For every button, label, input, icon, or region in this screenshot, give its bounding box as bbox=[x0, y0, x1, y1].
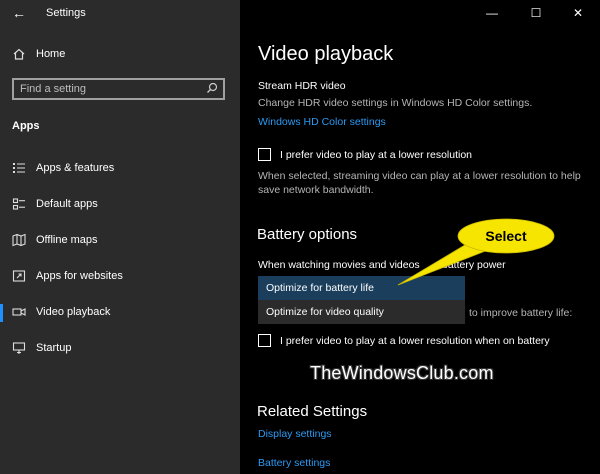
related-settings-heading: Related Settings bbox=[257, 403, 368, 420]
hdr-heading: Stream HDR video bbox=[258, 80, 346, 92]
back-arrow-icon[interactable]: ← bbox=[12, 5, 26, 21]
sidebar-item-label: Video playback bbox=[36, 306, 111, 318]
hdr-settings-link[interactable]: Windows HD Color settings bbox=[258, 116, 386, 128]
dropdown-option-video-quality[interactable]: Optimize for video quality bbox=[258, 300, 465, 324]
callout: Select bbox=[458, 219, 554, 253]
apps-list-icon bbox=[12, 161, 26, 175]
battery-lower-res-checkbox[interactable] bbox=[258, 334, 271, 347]
battery-lower-res-label: I prefer video to play at a lower resolu… bbox=[280, 335, 550, 347]
dropdown-option-battery-life[interactable]: Optimize for battery life bbox=[258, 276, 465, 300]
sidebar-item-label: Home bbox=[36, 48, 66, 60]
option-label: Optimize for video quality bbox=[266, 306, 384, 318]
sidebar: ← Settings Home Apps Apps & features Def… bbox=[0, 0, 240, 474]
home-icon bbox=[12, 47, 26, 61]
search-icon[interactable] bbox=[205, 81, 219, 95]
sidebar-item-label: Startup bbox=[36, 342, 72, 354]
close-icon[interactable]: ✕ bbox=[568, 6, 588, 20]
sidebar-item-startup[interactable]: Startup bbox=[0, 334, 240, 364]
lower-res-checkbox[interactable] bbox=[258, 148, 271, 161]
title-bar: ← Settings bbox=[0, 0, 240, 28]
battery-settings-link[interactable]: Battery settings bbox=[258, 457, 330, 469]
watermark: TheWindowsClub.com bbox=[310, 363, 494, 383]
sidebar-item-offline-maps[interactable]: Offline maps bbox=[0, 226, 240, 256]
sidebar-item-video-playback[interactable]: Video playback bbox=[0, 298, 240, 328]
video-icon bbox=[12, 305, 26, 319]
sidebar-item-label: Apps & features bbox=[36, 162, 115, 174]
sidebar-item-label: Default apps bbox=[36, 198, 98, 210]
default-apps-icon bbox=[12, 197, 26, 211]
lower-res-description: When selected, streaming video can play … bbox=[258, 170, 581, 182]
hdr-description: Change HDR video settings in Windows HD … bbox=[258, 97, 533, 109]
callout-text: Select bbox=[485, 228, 527, 244]
battery-dropdown-list[interactable]: Optimize for battery life Optimize for v… bbox=[258, 276, 465, 324]
page-title: Video playback bbox=[258, 43, 394, 65]
maximize-icon[interactable]: ☐ bbox=[526, 6, 546, 20]
sidebar-item-apps-features[interactable]: Apps & features bbox=[0, 154, 240, 184]
sidebar-section-title: Apps bbox=[12, 120, 40, 132]
sidebar-item-default-apps[interactable]: Default apps bbox=[0, 190, 240, 220]
app-title: Settings bbox=[46, 7, 86, 19]
startup-icon bbox=[12, 341, 26, 355]
battery-heading: Battery options bbox=[257, 226, 358, 243]
sidebar-item-label: Apps for websites bbox=[36, 270, 123, 282]
lower-res-description-2: save network bandwidth. bbox=[258, 184, 374, 196]
battery-hidden-tail: to improve battery life: bbox=[469, 307, 573, 319]
sidebar-item-home[interactable]: Home bbox=[0, 40, 240, 70]
battery-prompt-tail: battery power bbox=[442, 259, 506, 271]
battery-prompt: When watching movies and videos bbox=[258, 259, 420, 271]
lower-res-label: I prefer video to play at a lower resolu… bbox=[280, 149, 473, 161]
window-controls: — ☐ ✕ bbox=[480, 0, 600, 28]
search-box[interactable] bbox=[12, 78, 225, 100]
search-input[interactable] bbox=[20, 82, 200, 96]
sidebar-item-label: Offline maps bbox=[36, 234, 98, 246]
minimize-icon[interactable]: — bbox=[482, 6, 502, 20]
website-icon bbox=[12, 269, 26, 283]
sidebar-item-apps-for-websites[interactable]: Apps for websites bbox=[0, 262, 240, 292]
map-icon bbox=[12, 233, 26, 247]
option-label: Optimize for battery life bbox=[266, 282, 374, 294]
display-settings-link[interactable]: Display settings bbox=[258, 428, 332, 440]
